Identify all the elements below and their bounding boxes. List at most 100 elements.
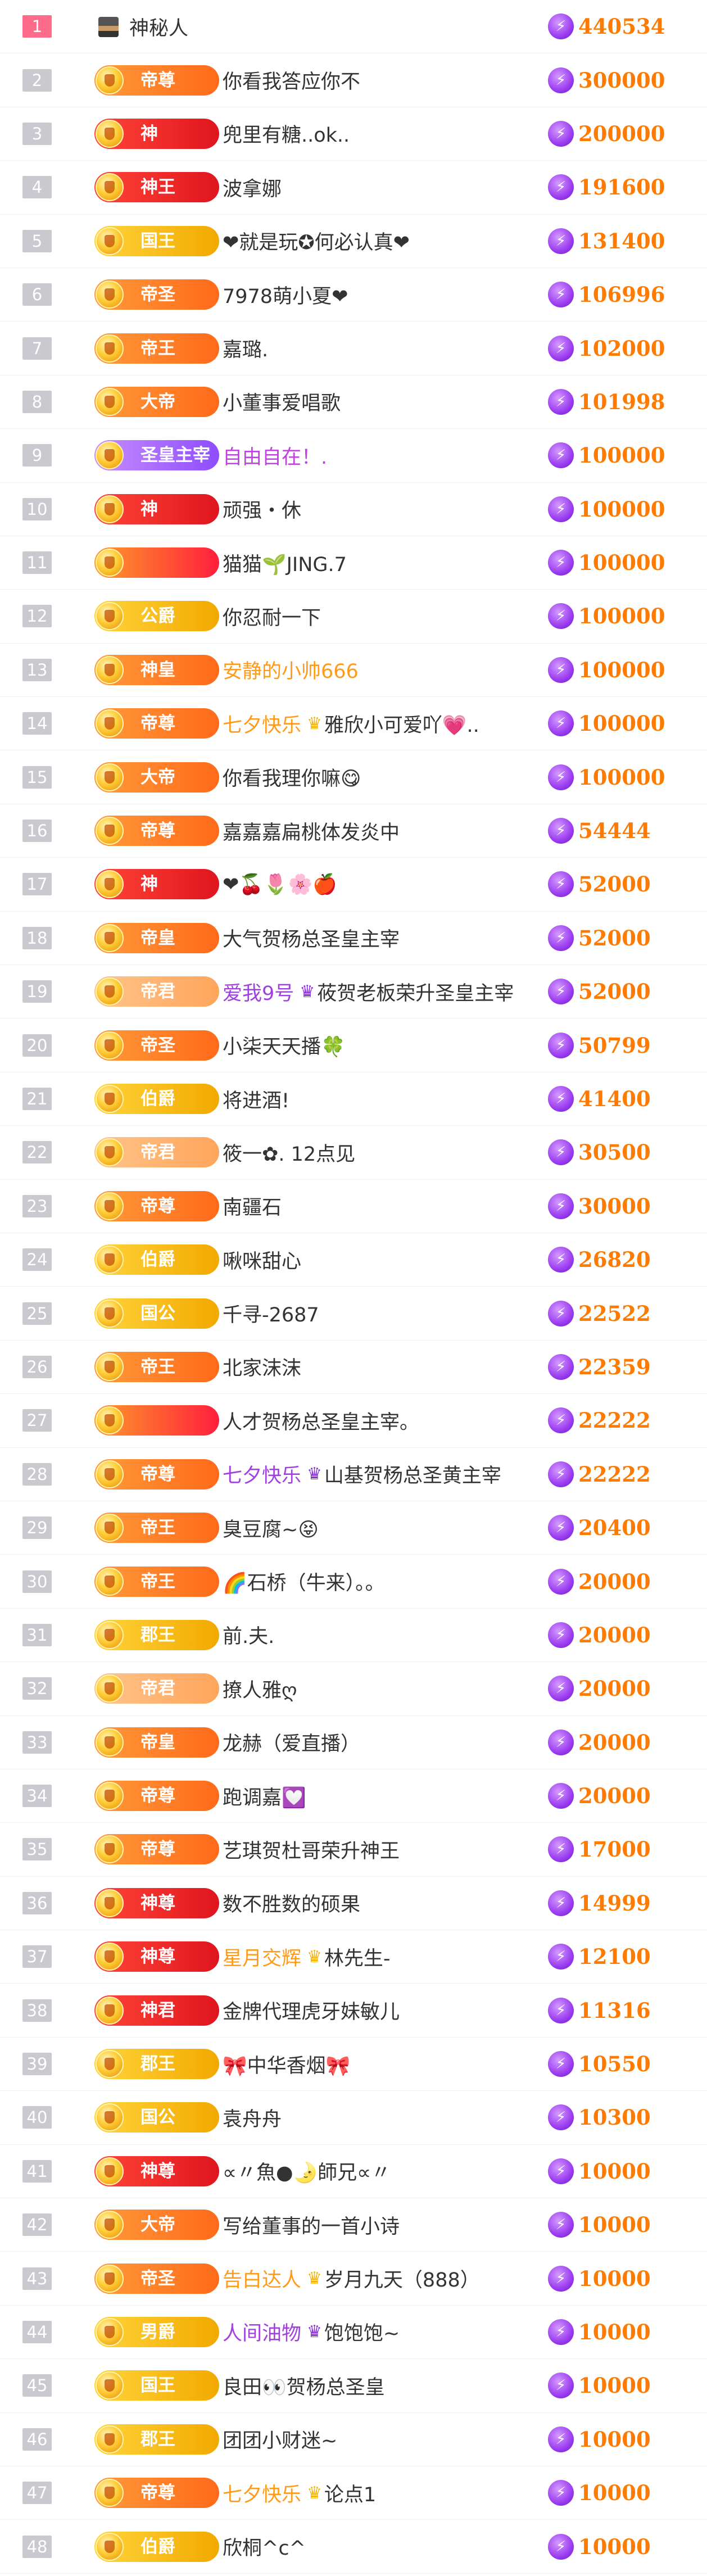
ranking-row[interactable]: 24 伯爵 啾咪甜心 ⚡ 26820 xyxy=(0,1233,707,1287)
user-name[interactable]: 撩人雅ღ xyxy=(223,1662,537,1715)
ranking-row[interactable]: 25 国公 千寻-2687 ⚡ 22522 xyxy=(0,1287,707,1341)
ranking-row[interactable]: 20 帝圣 小柒天天播🍀 ⚡ 50799 xyxy=(0,1018,707,1072)
contribution-amount: ⚡ 11316 xyxy=(548,1984,651,2036)
user-name[interactable]: 爱我9号 ♛ 莜贺老板荣升圣皇主宰 xyxy=(223,965,537,1018)
ranking-row[interactable]: 26 帝王 北家沫沫 ⚡ 22359 xyxy=(0,1341,707,1395)
user-name[interactable]: 7978萌小夏❤ xyxy=(223,268,537,321)
ranking-row[interactable]: 27 人才贺杨总圣皇主宰。 ⚡ 22222 xyxy=(0,1394,707,1448)
ranking-row[interactable]: 40 国公 袁舟舟 ⚡ 10300 xyxy=(0,2091,707,2145)
user-name[interactable]: 告白达人 ♛ 岁月九天（888） xyxy=(223,2252,537,2305)
ranking-row[interactable]: 44 男爵 人间油物 ♛ 饱饱饱~ ⚡ 10000 xyxy=(0,2306,707,2360)
ranking-row[interactable]: 39 郡王 🎀中华香烟🎀 ⚡ 10550 xyxy=(0,2038,707,2091)
user-name[interactable]: 七夕快乐 ♛ 论点1 xyxy=(223,2466,537,2519)
ranking-row[interactable]: 30 帝王 🌈石桥（牛来）。。 ⚡ 20000 xyxy=(0,1555,707,1609)
user-name[interactable]: 安静的小帅666 xyxy=(223,644,537,696)
ranking-row[interactable]: 21 伯爵 将进酒! ⚡ 41400 xyxy=(0,1072,707,1126)
user-name[interactable]: ∝〃魚●🌛師兄∝〃 xyxy=(223,2145,537,2198)
user-name[interactable]: 龙赫（爱直播） xyxy=(223,1716,537,1769)
user-name[interactable]: ❤就是玩✪何必认真❤ xyxy=(223,215,537,268)
ranking-row[interactable]: 15 大帝 你看我理你嘛😋 ⚡ 100000 xyxy=(0,750,707,804)
user-name[interactable]: 七夕快乐 ♛ 雅欣小可爱吖💗.. xyxy=(223,697,537,750)
ranking-row[interactable]: 35 帝尊 艺琪贺杜哥荣升神王 ⚡ 17000 xyxy=(0,1823,707,1877)
ranking-row[interactable]: 46 郡王 团团小财迷~ ⚡ 10000 xyxy=(0,2413,707,2466)
user-name[interactable]: 欣桐^c^ xyxy=(223,2520,537,2573)
ranking-row[interactable]: 16 帝尊 嘉嘉嘉扁桃体发炎中 ⚡ 54444 xyxy=(0,804,707,858)
user-name[interactable]: 筱一✿. 12点见 xyxy=(223,1126,537,1179)
user-name[interactable]: 波拿娜 xyxy=(223,161,537,214)
user-name[interactable]: 数不胜数的硕果 xyxy=(223,1877,537,1930)
ranking-row[interactable]: 7 帝王 嘉璐. ⚡ 102000 xyxy=(0,322,707,375)
ranking-row[interactable]: 11 猫猫🌱JING.7 ⚡ 100000 xyxy=(0,536,707,590)
user-name[interactable]: 小柒天天播🍀 xyxy=(223,1018,537,1071)
user-name[interactable]: 千寻-2687 xyxy=(223,1287,537,1339)
user-name[interactable]: 臭豆腐~😝 xyxy=(223,1501,537,1554)
ranking-row[interactable]: 4 神王 波拿娜 ⚡ 191600 xyxy=(0,161,707,215)
user-name[interactable]: 北家沫沫 xyxy=(223,1341,537,1393)
user-name[interactable]: 嘉璐. xyxy=(223,322,537,374)
ranking-row[interactable]: 33 帝皇 龙赫（爱直播） ⚡ 20000 xyxy=(0,1716,707,1769)
ranking-row[interactable]: 29 帝王 臭豆腐~😝 ⚡ 20400 xyxy=(0,1501,707,1555)
user-name[interactable]: 跑调嘉💟 xyxy=(223,1769,537,1822)
ranking-row[interactable]: 48 伯爵 欣桐^c^ ⚡ 10000 xyxy=(0,2520,707,2574)
user-name[interactable]: 神秘人 xyxy=(129,0,444,53)
user-name[interactable]: 前.夫. xyxy=(223,1609,537,1662)
user-name[interactable]: 人才贺杨总圣皇主宰。 xyxy=(223,1394,537,1447)
ranking-row[interactable]: 3 神 兜里有糖..ok.. ⚡ 200000 xyxy=(0,107,707,161)
user-name[interactable]: 星月交辉 ♛ 林先生- xyxy=(223,1930,537,1983)
ranking-row[interactable]: 8 大帝 小董事爱唱歌 ⚡ 101998 xyxy=(0,375,707,429)
user-name[interactable]: 七夕快乐 ♛ 山基贺杨总圣黄主宰 xyxy=(223,1448,537,1501)
user-name[interactable]: 小董事爱唱歌 xyxy=(223,375,537,428)
ranking-row[interactable]: 6 帝圣 7978萌小夏❤ ⚡ 106996 xyxy=(0,268,707,322)
contribution-amount: ⚡ 22222 xyxy=(548,1394,651,1447)
ranking-row[interactable]: 22 帝君 筱一✿. 12点见 ⚡ 30500 xyxy=(0,1126,707,1180)
ranking-row[interactable]: 37 神尊 星月交辉 ♛ 林先生- ⚡ 12100 xyxy=(0,1930,707,1984)
ranking-row[interactable]: 13 神皇 安静的小帅666 ⚡ 100000 xyxy=(0,644,707,698)
user-name[interactable]: 大气贺杨总圣皇主宰 xyxy=(223,912,537,965)
user-name[interactable]: 啾咪甜心 xyxy=(223,1233,537,1286)
ranking-row[interactable]: 18 帝皇 大气贺杨总圣皇主宰 ⚡ 52000 xyxy=(0,912,707,966)
user-name[interactable]: ❤🍒🌷🌸🍎 xyxy=(223,858,537,911)
ranking-row[interactable]: 9 圣皇主宰 自由自在！. ⚡ 100000 xyxy=(0,429,707,483)
user-name[interactable]: 你看我答应你不 xyxy=(223,53,537,106)
user-name[interactable]: 人间油物 ♛ 饱饱饱~ xyxy=(223,2306,537,2358)
user-name[interactable]: 艺琪贺杜哥荣升神王 xyxy=(223,1823,537,1876)
user-name[interactable]: 🌈石桥（牛来）。。 xyxy=(223,1555,537,1608)
user-name[interactable]: 南疆石 xyxy=(223,1180,537,1233)
ranking-row[interactable]: 45 国王 良田👀贺杨总圣皇 ⚡ 10000 xyxy=(0,2359,707,2413)
user-name[interactable]: 兜里有糖..ok.. xyxy=(223,107,537,160)
ranking-row[interactable]: 5 国王 ❤就是玩✪何必认真❤ ⚡ 131400 xyxy=(0,215,707,268)
ranking-row[interactable]: 28 帝尊 七夕快乐 ♛ 山基贺杨总圣黄主宰 ⚡ 22222 xyxy=(0,1448,707,1501)
user-name[interactable]: 🎀中华香烟🎀 xyxy=(223,2038,537,2090)
ranking-row[interactable]: 12 公爵 你忍耐一下 ⚡ 100000 xyxy=(0,590,707,644)
ranking-row[interactable]: 10 神 顽强・休 ⚡ 100000 xyxy=(0,483,707,536)
ranking-row[interactable]: 14 帝尊 七夕快乐 ♛ 雅欣小可爱吖💗.. ⚡ 100000 xyxy=(0,697,707,751)
ranking-row[interactable]: 43 帝圣 告白达人 ♛ 岁月九天（888） ⚡ 10000 xyxy=(0,2252,707,2306)
ranking-row[interactable]: 41 神尊 ∝〃魚●🌛師兄∝〃 ⚡ 10000 xyxy=(0,2145,707,2199)
user-name[interactable]: 写给董事的一首小诗 xyxy=(223,2198,537,2251)
ranking-row[interactable]: 47 帝尊 七夕快乐 ♛ 论点1 ⚡ 10000 xyxy=(0,2466,707,2520)
user-name[interactable]: 你看我理你嘛😋 xyxy=(223,750,537,803)
user-name[interactable]: 猫猫🌱JING.7 xyxy=(223,536,537,589)
ranking-row[interactable]: 17 神 ❤🍒🌷🌸🍎 ⚡ 52000 xyxy=(0,858,707,912)
ranking-row[interactable]: 1 神秘人 ⚡ 440534 xyxy=(0,0,707,54)
ranking-row[interactable]: 23 帝尊 南疆石 ⚡ 30000 xyxy=(0,1180,707,1233)
user-name[interactable]: 袁舟舟 xyxy=(223,2091,537,2144)
ranking-row[interactable]: 31 郡王 前.夫. ⚡ 20000 xyxy=(0,1609,707,1663)
contribution-amount: ⚡ 100000 xyxy=(548,483,665,536)
user-name[interactable]: 自由自在！. xyxy=(223,429,537,482)
ranking-row[interactable]: 38 神君 金牌代理虎牙妹敏儿 ⚡ 11316 xyxy=(0,1984,707,2038)
user-name[interactable]: 良田👀贺杨总圣皇 xyxy=(223,2359,537,2412)
ranking-row[interactable]: 36 神尊 数不胜数的硕果 ⚡ 14999 xyxy=(0,1877,707,1931)
user-name[interactable]: 顽强・休 xyxy=(223,483,537,536)
ranking-row[interactable]: 34 帝尊 跑调嘉💟 ⚡ 20000 xyxy=(0,1769,707,1823)
user-name[interactable]: 金牌代理虎牙妹敏儿 xyxy=(223,1984,537,2036)
user-name[interactable]: 你忍耐一下 xyxy=(223,590,537,642)
user-name[interactable]: 嘉嘉嘉扁桃体发炎中 xyxy=(223,804,537,857)
user-name-text: ∝〃魚●🌛師兄∝〃 xyxy=(223,2162,391,2185)
ranking-row[interactable]: 32 帝君 撩人雅ღ ⚡ 20000 xyxy=(0,1662,707,1716)
ranking-row[interactable]: 19 帝君 爱我9号 ♛ 莜贺老板荣升圣皇主宰 ⚡ 52000 xyxy=(0,965,707,1019)
ranking-row[interactable]: 42 大帝 写给董事的一首小诗 ⚡ 10000 xyxy=(0,2198,707,2252)
user-name[interactable]: 团团小财迷~ xyxy=(223,2413,537,2466)
ranking-row[interactable]: 2 帝尊 你看我答应你不 ⚡ 300000 xyxy=(0,53,707,107)
user-name[interactable]: 将进酒! xyxy=(223,1072,537,1125)
